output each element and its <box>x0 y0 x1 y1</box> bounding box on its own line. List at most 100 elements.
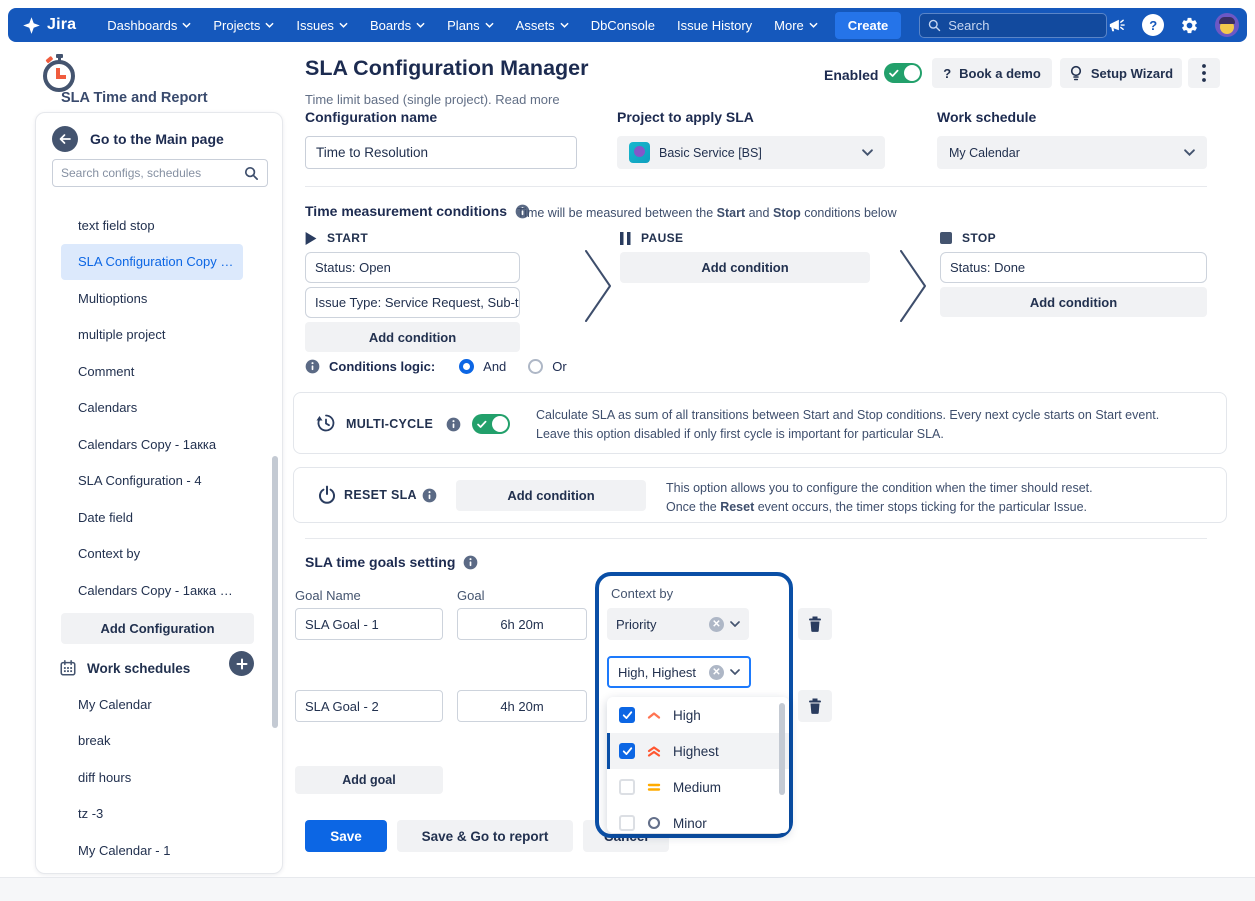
start-condition[interactable]: Issue Type: Service Request, Sub-task, T… <box>305 287 520 318</box>
context-field-select[interactable]: Priority ✕ <box>607 608 749 640</box>
option-highest[interactable]: Highest <box>607 733 789 769</box>
nav-item-issue-history[interactable]: Issue History <box>668 13 761 38</box>
trash-icon <box>808 698 822 714</box>
multi-cycle-description: Calculate SLA as sum of all transitions … <box>536 406 1159 444</box>
reset-sla-description: This option allows you to configure the … <box>666 479 1093 517</box>
nav-item-projects[interactable]: Projects <box>204 13 283 38</box>
goal-name-column-label: Goal Name <box>295 588 361 603</box>
config-item[interactable]: multiple project <box>61 317 243 354</box>
add-schedule-button[interactable] <box>229 651 254 676</box>
schedule-item[interactable]: tz -3 <box>61 796 243 833</box>
context-values-select[interactable]: High, Highest ✕ <box>607 656 751 688</box>
chevron-down-icon <box>730 621 740 627</box>
chevron-down-icon <box>862 149 873 156</box>
enabled-toggle[interactable] <box>884 63 922 83</box>
project-select[interactable]: Basic Service [BS] <box>617 136 885 169</box>
top-navbar: Jira Dashboards Projects Issues Boards P… <box>8 8 1247 42</box>
start-add-condition-button[interactable]: Add condition <box>305 322 520 352</box>
config-item-selected[interactable]: SLA Configuration Copy … <box>61 244 243 281</box>
stop-add-condition-button[interactable]: Add condition <box>940 287 1207 317</box>
add-goal-button[interactable]: Add goal <box>295 766 443 794</box>
jira-logo[interactable]: Jira <box>22 16 76 35</box>
option-medium[interactable]: Medium <box>607 769 789 805</box>
add-configuration-button[interactable]: Add Configuration <box>61 613 254 644</box>
page-title: SLA Configuration Manager <box>305 56 588 81</box>
config-item[interactable]: Calendars <box>61 390 243 427</box>
logic-or-radio[interactable] <box>528 359 543 374</box>
goal-value-input[interactable] <box>457 608 587 640</box>
checkbox[interactable] <box>619 743 635 759</box>
nav-item-plans[interactable]: Plans <box>438 13 503 38</box>
delete-goal-button[interactable] <box>798 608 832 640</box>
schedule-item[interactable]: My Calendar <box>61 686 243 723</box>
goal-value-input[interactable] <box>457 690 587 722</box>
nav-item-assets[interactable]: Assets <box>507 13 578 38</box>
dropdown-scrollbar[interactable] <box>779 703 785 795</box>
clear-icon[interactable]: ✕ <box>709 665 724 680</box>
help-icon[interactable]: ? <box>1142 14 1164 36</box>
global-search[interactable] <box>919 13 1107 38</box>
checkbox[interactable] <box>619 779 635 795</box>
info-icon[interactable] <box>463 555 478 570</box>
config-item[interactable]: Calendars Copy - 1акка … <box>61 572 243 609</box>
info-icon[interactable] <box>446 417 461 432</box>
info-icon[interactable] <box>422 488 437 503</box>
goal-name-input[interactable] <box>295 608 443 640</box>
checkbox[interactable] <box>619 815 635 831</box>
delete-goal-button[interactable] <box>798 690 832 722</box>
goal-column-label: Goal <box>457 588 484 603</box>
work-schedule-select[interactable]: My Calendar <box>937 136 1207 169</box>
multi-cycle-toggle[interactable] <box>472 414 510 434</box>
flow-arrow-icon <box>898 248 928 324</box>
back-to-main-link[interactable]: Go to the Main page <box>52 126 224 152</box>
context-by-label: Context by <box>611 586 673 601</box>
project-label: Project to apply SLA <box>617 109 754 125</box>
pause-add-condition-button[interactable]: Add condition <box>620 252 870 283</box>
sidebar-scrollbar[interactable] <box>272 456 278 728</box>
divider <box>305 186 1207 187</box>
option-high[interactable]: High <box>607 697 789 733</box>
nav-item-boards[interactable]: Boards <box>361 13 434 38</box>
checkbox[interactable] <box>619 707 635 723</box>
sidebar-search-input[interactable] <box>61 166 244 180</box>
schedule-item[interactable]: break <box>61 723 243 760</box>
config-item[interactable]: text field stop <box>61 207 243 244</box>
save-button[interactable]: Save <box>305 820 387 852</box>
nav-item-issues[interactable]: Issues <box>287 13 357 38</box>
work-schedules-label: Work schedules <box>87 661 190 676</box>
search-input[interactable] <box>948 18 1098 33</box>
save-go-report-button[interactable]: Save & Go to report <box>397 820 573 852</box>
stop-condition[interactable]: Status: Done <box>940 252 1207 283</box>
logic-and-radio[interactable] <box>459 359 474 374</box>
settings-gear-icon[interactable] <box>1180 16 1199 35</box>
nav-item-more[interactable]: More <box>765 13 827 38</box>
clear-icon[interactable]: ✕ <box>709 617 724 632</box>
config-item[interactable]: Comment <box>61 353 243 390</box>
config-item[interactable]: Date field <box>61 499 243 536</box>
announcement-icon[interactable] <box>1107 16 1126 35</box>
search-icon <box>244 166 259 181</box>
reset-add-condition-button[interactable]: Add condition <box>456 480 646 511</box>
user-avatar[interactable] <box>1215 13 1239 37</box>
schedule-item[interactable]: diff hours <box>61 759 243 796</box>
chevron-down-icon <box>485 22 494 28</box>
config-item[interactable]: Calendars Copy - 1акка <box>61 426 243 463</box>
info-icon[interactable] <box>305 359 320 374</box>
goal-name-input[interactable] <box>295 690 443 722</box>
more-actions-button[interactable] <box>1188 58 1220 88</box>
start-condition[interactable]: Status: Open <box>305 252 520 283</box>
config-item[interactable]: Context by <box>61 536 243 573</box>
nav-item-dashboards[interactable]: Dashboards <box>98 13 200 38</box>
option-minor[interactable]: Minor <box>607 805 789 833</box>
setup-wizard-button[interactable]: Setup Wizard <box>1060 58 1182 88</box>
config-item[interactable]: SLA Configuration - 4 <box>61 463 243 500</box>
read-more-link[interactable]: Read more <box>495 92 559 107</box>
nav-item-dbconsole[interactable]: DbConsole <box>582 13 664 38</box>
check-icon <box>889 69 899 78</box>
create-button[interactable]: Create <box>835 12 901 39</box>
sidebar-search[interactable] <box>52 159 268 187</box>
configuration-name-input[interactable] <box>305 136 577 169</box>
schedule-item[interactable]: My Calendar - 1 <box>61 832 243 869</box>
config-item[interactable]: Multioptions <box>61 280 243 317</box>
book-a-demo-button[interactable]: ? Book a demo <box>932 58 1052 88</box>
